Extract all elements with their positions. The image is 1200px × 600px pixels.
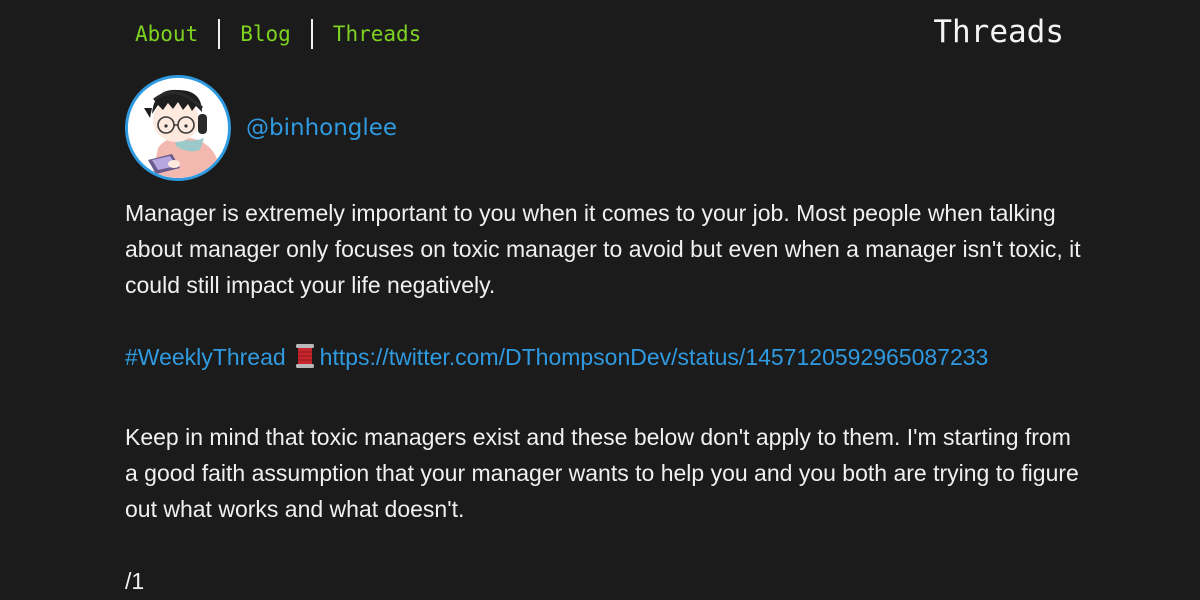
hashtag-link[interactable]: #WeeklyThread xyxy=(125,344,286,370)
nav-about-link[interactable]: About xyxy=(135,22,198,46)
thread-counter: /1 xyxy=(125,568,145,594)
nav-blog-link[interactable]: Blog xyxy=(240,22,291,46)
nav-divider xyxy=(310,19,313,49)
post-paragraph: Keep in mind that toxic managers exist a… xyxy=(125,424,1079,522)
thread-spool-icon xyxy=(294,343,316,379)
post-paragraph: Manager is extremely important to you wh… xyxy=(125,200,1081,298)
tweet-link[interactable]: https://twitter.com/DThompsonDev/status/… xyxy=(320,344,989,370)
thread-post: Manager is extremely important to you wh… xyxy=(125,195,1085,599)
top-nav: About Blog Threads xyxy=(135,18,421,50)
profile-handle-link[interactable]: @binhonglee xyxy=(246,115,397,141)
avatar-illustration xyxy=(128,78,228,178)
nav-divider xyxy=(218,19,221,49)
avatar[interactable] xyxy=(125,75,231,181)
profile-header: @binhonglee xyxy=(125,75,397,181)
nav-threads-link[interactable]: Threads xyxy=(333,22,422,46)
post-links-line: #WeeklyThread https://twitter.com/DThomps… xyxy=(125,339,1085,379)
page-title: Threads xyxy=(933,14,1064,50)
